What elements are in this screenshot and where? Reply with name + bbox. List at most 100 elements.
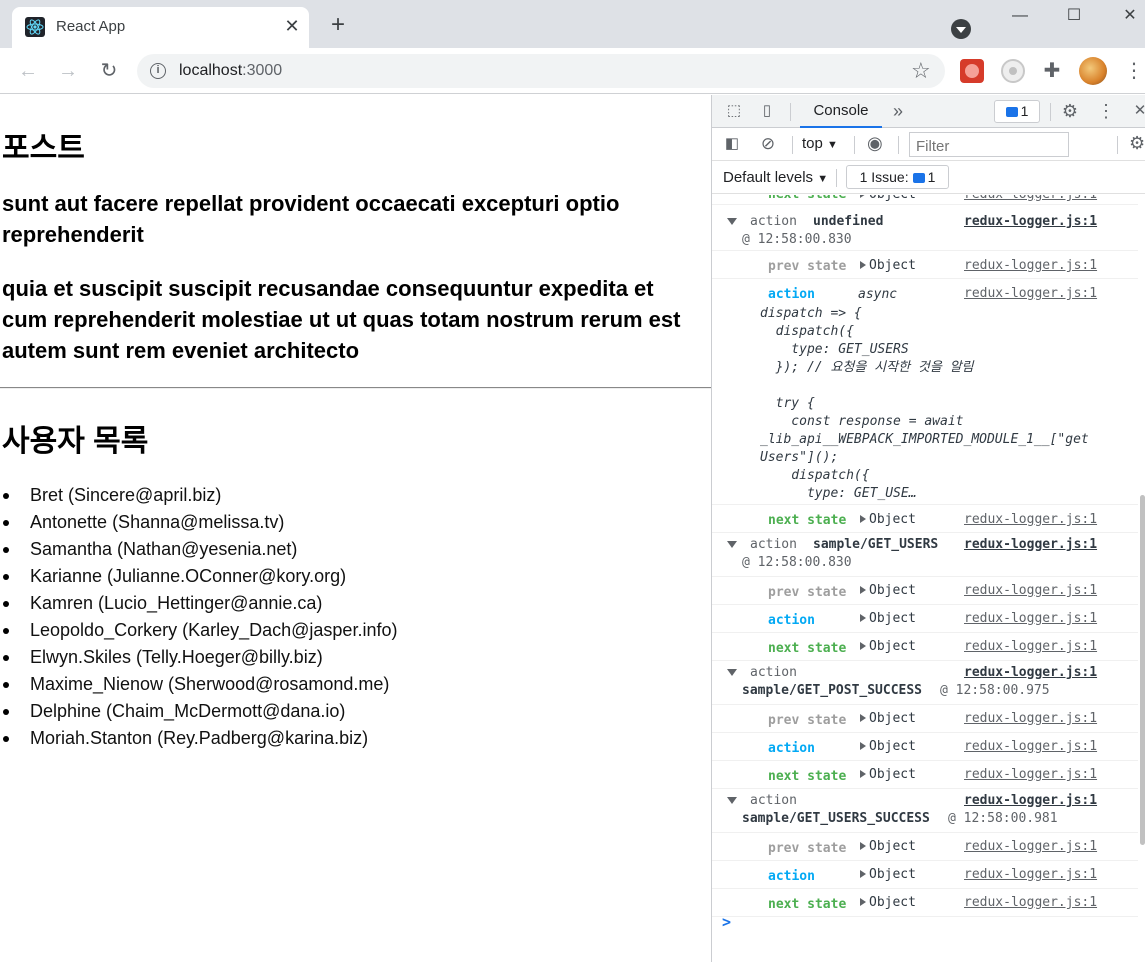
issues-counter-button[interactable]: 1 [994,100,1040,123]
browser-tab[interactable]: React App ✕ [12,7,309,48]
more-tabs-icon[interactable]: » [888,101,908,121]
log-group-header[interactable]: action sample/GET_USERS @ 12:58:00.830 r… [712,533,1138,577]
log-group-header[interactable]: action sample/GET_USERS_SUCCESS @ 12:58:… [712,789,1138,833]
object-value[interactable]: Object [860,767,916,782]
log-levels-select[interactable]: Default levels ▼ [723,169,828,186]
collapse-triangle-icon[interactable] [727,669,737,676]
source-link[interactable]: redux-logger.js:1 [964,665,1097,680]
console-prompt[interactable]: > [722,913,731,931]
log-levels-label: Default levels [723,169,814,186]
users-heading: 사용자 목록 [2,425,149,458]
new-tab-button[interactable]: + [326,13,350,38]
minimize-button[interactable]: — [1006,4,1034,28]
log-group-header[interactable]: action sample/GET_POST_SUCCESS @ 12:58:0… [712,661,1138,705]
object-label: Object [869,639,916,654]
source-link[interactable]: redux-logger.js:1 [964,286,1097,301]
collapse-triangle-icon[interactable] [727,541,737,548]
maximize-button[interactable]: ☐ [1060,4,1088,28]
source-link[interactable]: redux-logger.js:1 [964,537,1097,552]
source-link[interactable]: redux-logger.js:1 [964,739,1097,754]
devtools-menu-icon[interactable]: ⋮ [1096,101,1116,121]
object-value[interactable]: Object [860,611,916,626]
object-value[interactable]: Object [860,711,916,726]
sidebar-toggle-icon[interactable]: ◧ [722,134,742,154]
bookmark-star-icon[interactable]: ☆ [911,58,931,84]
object-value[interactable]: Object [860,839,916,854]
close-window-button[interactable]: ✕ [1116,4,1144,28]
collapse-triangle-icon[interactable] [727,797,737,804]
source-link[interactable]: redux-logger.js:1 [964,611,1097,626]
action-label: action [768,287,815,302]
log-row: action Object redux-logger.js:1 [712,605,1138,633]
object-value[interactable]: Object [860,258,916,273]
code-line: try { [760,396,815,411]
code-block: dispatch => { dispatch({ type: GET_USERS… [760,305,1089,503]
source-link[interactable]: redux-logger.js:1 [964,839,1097,854]
log-row: action Object redux-logger.js:1 [712,733,1138,761]
redux-devtools-extension-icon[interactable] [960,59,984,83]
source-link[interactable]: redux-logger.js:1 [964,583,1097,598]
object-value[interactable]: Object [860,195,916,202]
extensions-puzzle-icon[interactable]: ✚ [1040,59,1064,83]
source-link[interactable]: redux-logger.js:1 [964,214,1097,229]
source-link[interactable]: redux-logger.js:1 [964,639,1097,654]
tab-close-icon[interactable]: ✕ [282,16,302,36]
object-value[interactable]: Object [860,739,916,754]
address-bar[interactable]: i localhost:3000 ☆ [137,54,945,88]
next-state-label: next state [768,513,847,528]
tab-console[interactable]: Console [800,95,882,128]
object-value[interactable]: Object [860,512,916,527]
post-title: sunt aut facere repellat provident occae… [2,191,620,247]
console-scrollbar[interactable] [1140,495,1145,845]
back-arrow-icon[interactable]: ← [16,59,40,83]
close-devtools-icon[interactable]: ✕ [1130,101,1145,121]
source-link[interactable]: redux-logger.js:1 [964,767,1097,782]
source-link[interactable]: redux-logger.js:1 [964,793,1097,808]
object-value[interactable]: Object [860,583,916,598]
log-group-header[interactable]: action undefined @ 12:58:00.830 redux-lo… [712,207,1138,251]
profile-avatar[interactable] [1079,57,1107,85]
action-label: action [768,741,815,756]
object-value[interactable]: Object [860,867,916,882]
source-link[interactable]: redux-logger.js:1 [964,867,1097,882]
dropdown-arrow-icon: ▼ [817,173,829,185]
context-select[interactable]: top ▼ [802,135,838,152]
source-link[interactable]: redux-logger.js:1 [964,195,1097,202]
object-value[interactable]: Object [860,639,916,654]
browser-menu-icon[interactable]: ⋮ [1124,58,1144,84]
clear-console-icon[interactable]: ⊘ [758,134,778,154]
settings-gear-icon[interactable]: ⚙ [1060,101,1080,121]
group-action-type: sample/GET_POST_SUCCESS [742,683,923,698]
issue-chip-count: 1 [927,169,936,185]
live-expression-eye-icon[interactable]: ◉ [867,133,883,154]
object-label: Object [869,767,916,782]
prev-state-label: prev state [768,841,847,856]
source-link[interactable]: redux-logger.js:1 [964,895,1097,910]
filter-input[interactable] [909,132,1069,157]
issues-chip-button[interactable]: 1 Issue: 1 [846,165,949,189]
object-value[interactable]: Object [860,895,916,910]
source-link[interactable]: redux-logger.js:1 [964,711,1097,726]
source-link[interactable]: redux-logger.js:1 [964,512,1097,527]
expand-triangle-icon [860,515,866,523]
log-row-action-function: action async redux-logger.js:1 dispatch … [712,279,1138,505]
browser-toolbar: ← → ↻ i localhost:3000 ☆ ✚ ⋮ [0,48,1145,94]
device-toolbar-icon[interactable]: ▯ [757,101,777,121]
site-info-icon[interactable]: i [150,63,166,79]
source-link[interactable]: redux-logger.js:1 [964,258,1097,273]
react-devtools-extension-icon[interactable] [1001,59,1025,83]
expand-triangle-icon [860,642,866,650]
group-action-word: action [750,665,797,680]
tab-title: React App [56,18,126,35]
devtools-panel: ⬚ ▯ Console » 1 ⚙ ⋮ ✕ ◧ ⊘ top ▼ ◉ ⚙ Defa… [711,95,1145,962]
collapse-triangle-icon[interactable] [727,218,737,225]
forward-arrow-icon[interactable]: → [56,59,80,83]
group-action-word: action [750,537,797,552]
url-port: :3000 [242,62,283,79]
console-settings-gear-icon[interactable]: ⚙ [1129,133,1145,154]
tab-search-icon[interactable] [951,19,971,39]
reload-icon[interactable]: ↻ [97,59,121,83]
inspect-element-icon[interactable]: ⬚ [724,101,744,121]
url-text: localhost:3000 [179,62,282,80]
